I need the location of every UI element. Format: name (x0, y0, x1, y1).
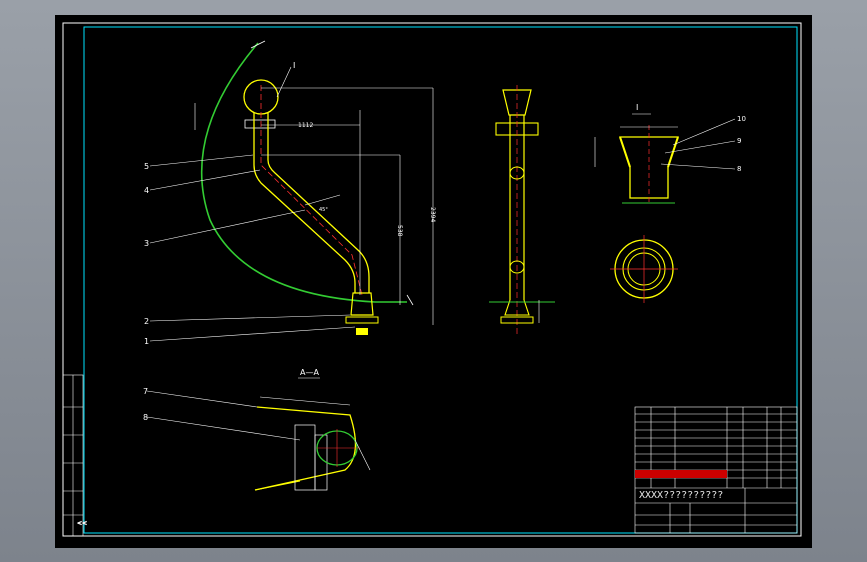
leader-label: 3 (144, 239, 149, 248)
leader-label: 5 (144, 162, 149, 171)
leader-label: 8 (143, 413, 148, 422)
main-view: 1112 538 2394 45° I 5 4 3 2 1 (144, 40, 436, 346)
drawing-canvas: << 1112 538 2394 45° I 5 4 3 2 1 I 10 9 … (62, 22, 802, 537)
detail-label: I (636, 103, 638, 112)
callout-label: 10 (737, 115, 746, 123)
title-block (634, 406, 798, 534)
drawing-sheet: << 1112 538 2394 45° I 5 4 3 2 1 I 10 9 … (55, 15, 812, 548)
svg-text:538: 538 (396, 225, 403, 237)
leader-label: 2 (144, 317, 149, 326)
detail-marker: I (293, 61, 295, 70)
detail-view-I: I 10 9 8 (594, 103, 746, 303)
cad-viewport: << 1112 538 2394 45° I 5 4 3 2 1 I 10 9 … (0, 0, 867, 562)
svg-text:2394: 2394 (429, 207, 436, 222)
leader-label: 1 (144, 337, 149, 346)
title-block-label: XXXX?????????? (639, 490, 723, 501)
inner-frame (83, 26, 798, 534)
callout-label: 8 (737, 165, 741, 173)
leader-label: 4 (144, 186, 149, 195)
callout-label: 9 (737, 137, 741, 145)
section-view-AA: A—A 7 8 (143, 368, 371, 491)
side-view (489, 85, 555, 335)
svg-text:1112: 1112 (298, 122, 313, 129)
svg-text:<<: << (77, 520, 87, 527)
svg-text:45°: 45° (319, 207, 328, 213)
section-label: A—A (300, 368, 319, 377)
pipe-centerline (260, 85, 363, 296)
leader-label: 7 (143, 387, 148, 396)
binding-strip: << (62, 374, 87, 537)
swing-arc (200, 42, 407, 303)
outer-frame (62, 22, 802, 537)
